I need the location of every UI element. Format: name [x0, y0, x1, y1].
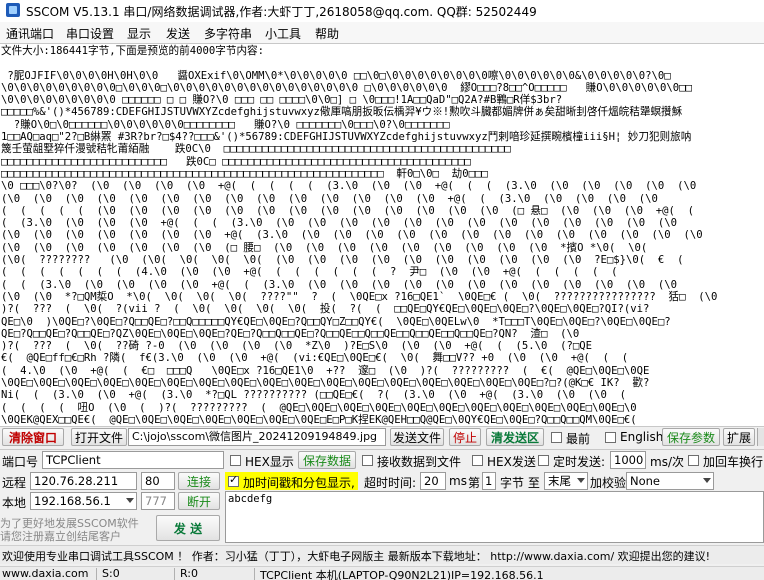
hex-send-checkbox[interactable]	[472, 455, 483, 466]
byte-index-field[interactable]: 1	[482, 472, 496, 490]
open-file-button[interactable]: 打开文件	[71, 428, 127, 446]
local-ip-value: 192.168.56.1	[34, 494, 111, 508]
window-title: SSCOM V5.13.1 串口/网络数据调试器,作者:大虾丁丁,2618058…	[26, 5, 537, 19]
recv-to-file-label: 接收数据到文件	[377, 455, 462, 469]
recv-count: R:0	[180, 567, 199, 580]
chevron-down-icon	[126, 498, 134, 503]
toolbar-overflow-edge	[757, 428, 764, 446]
menu-multi-string[interactable]: 多字符串	[204, 25, 252, 42]
timed-send-checkbox[interactable]	[538, 455, 549, 466]
disconnect-button[interactable]: 断开	[178, 492, 220, 510]
interval-field[interactable]: 1000	[610, 451, 646, 469]
recv-to-file-checkbox[interactable]	[362, 455, 373, 466]
timeout-label: 超时时间:	[364, 476, 417, 490]
menu-help[interactable]: 帮助	[315, 25, 339, 42]
end-select[interactable]: 末尾	[544, 472, 588, 490]
port-select[interactable]: TCPClient	[42, 451, 224, 469]
checksum-select-value: None	[630, 474, 661, 488]
hex-display-label: HEX显示	[245, 455, 294, 469]
receive-text-area[interactable]: 文件大小:186441字节,下面是预览的前4000字节内容: ?胒OJFIF\0…	[0, 43, 764, 427]
menu-tools[interactable]: 小工具	[265, 25, 301, 42]
send-count: S:0	[102, 567, 120, 580]
frontmost-label: 最前	[566, 432, 591, 446]
add-crlf-checkbox[interactable]	[688, 455, 699, 466]
send-file-button[interactable]: 发送文件	[390, 428, 444, 446]
timeout-field[interactable]: 20	[420, 472, 446, 490]
menu-send[interactable]: 发送	[166, 25, 190, 42]
add-crlf-label: 加回车换行	[703, 455, 764, 469]
expand-button[interactable]: 扩展	[723, 428, 755, 446]
receive-text-content: 文件大小:186441字节,下面是预览的前4000字节内容: ?胒OJFIF\0…	[1, 45, 718, 426]
menu-bar: 通讯端口 串口设置 显示 发送 多字符串 小工具 帮助	[0, 22, 764, 44]
stop-button[interactable]: 停止	[449, 428, 481, 446]
nth-label: 第	[468, 476, 481, 490]
status-message: 欢迎使用专业串口调试工具SSCOM ！ 作者：习小猛（丁丁），大虾电子网版主 最…	[2, 550, 711, 563]
hex-display-checkbox[interactable]	[230, 455, 241, 466]
website-link[interactable]: www.daxia.com	[2, 567, 89, 580]
local-label: 本地	[2, 496, 27, 510]
chevron-down-icon	[577, 478, 585, 483]
hex-send-label: HEX发送	[487, 455, 536, 469]
local-ip-field[interactable]: 192.168.56.1	[30, 492, 137, 510]
status-bar: 欢迎使用专业串口调试工具SSCOM ！ 作者：习小猛（丁丁），大虾电子网版主 最…	[0, 545, 764, 564]
byte-to-label: 字节 至	[500, 476, 540, 490]
send-button[interactable]: 发 送	[156, 515, 220, 541]
bottom-status-strip: www.daxia.com S:0 R:0 TCPClient 本机(LAPTO…	[0, 566, 764, 580]
timed-send-label: 定时发送:	[553, 455, 606, 469]
remote-label: 远程	[2, 476, 27, 490]
app-icon	[6, 3, 20, 17]
file-path-field[interactable]: C:\jojo\sscom\微信图片_20241209194849.jpg	[128, 428, 386, 446]
checksum-label: 加校验	[590, 476, 627, 490]
timestamp-checkbox[interactable]	[228, 473, 239, 487]
connect-button[interactable]: 连接	[178, 472, 220, 490]
english-checkbox[interactable]	[605, 432, 616, 443]
menu-display[interactable]: 显示	[127, 25, 151, 42]
english-label: English	[620, 430, 664, 444]
save-params-button[interactable]: 保存参数	[662, 428, 720, 446]
checksum-select[interactable]: None	[626, 472, 714, 490]
frontmost-checkbox[interactable]	[551, 432, 562, 443]
remote-ip-field[interactable]: 120.76.28.211	[30, 472, 137, 490]
clear-window-button[interactable]: 清除窗口	[2, 428, 64, 446]
save-data-button[interactable]: 保存数据	[298, 451, 356, 469]
remote-port-field[interactable]: 80	[141, 472, 175, 490]
local-port-field[interactable]: 777	[141, 492, 175, 510]
timestamp-label: 加时间戳和分包显示,	[243, 476, 355, 490]
send-text-area[interactable]: abcdefg	[225, 491, 764, 543]
end-select-value: 末尾	[548, 474, 571, 488]
menu-comm-port[interactable]: 通讯端口	[6, 25, 54, 42]
send-text-value: abcdefg	[228, 493, 273, 505]
port-label: 端口号	[2, 455, 39, 469]
interval-unit: ms/次	[650, 455, 684, 469]
title-bar: SSCOM V5.13.1 串口/网络数据调试器,作者:大虾丁丁,2618058…	[0, 0, 764, 22]
menu-serial-settings[interactable]: 串口设置	[66, 25, 114, 42]
clear-send-area-button[interactable]: 清发送区	[486, 428, 544, 446]
connection-info: TCPClient 本机(LAPTOP-Q90N2L21)IP=192.168.…	[260, 569, 544, 580]
promo-line-2[interactable]: 请您注册嘉立创结尾客户	[0, 528, 121, 544]
chevron-down-icon	[703, 478, 711, 483]
timeout-unit: ms	[449, 474, 467, 488]
